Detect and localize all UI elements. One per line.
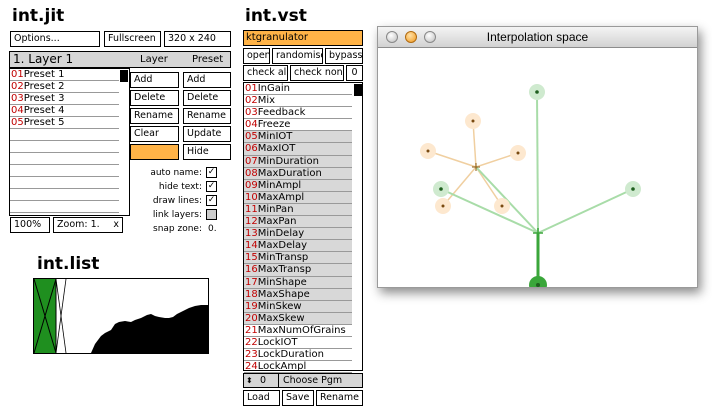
preset-add-button[interactable]: Add — [183, 72, 231, 88]
layer-title[interactable]: 1. Layer 1 — [13, 52, 73, 67]
check-none-button[interactable]: check none — [290, 65, 344, 81]
preset-column-header: Preset — [192, 54, 224, 65]
window-title: Interpolation space — [486, 30, 589, 44]
preset-list[interactable]: 01Preset 1 02Preset 2 03Preset 3 04Prese… — [9, 68, 130, 216]
param-list[interactable]: 01InGain 02Mix 03Feedback 04Freeze 05Min… — [243, 82, 363, 374]
list-heading: int.list — [37, 254, 100, 274]
randomise-button[interactable]: randomise — [272, 48, 323, 64]
list-item[interactable]: 11MinPan — [244, 203, 352, 217]
options-area: auto name: ✓ hide text: ✓ draw lines: ✓ … — [130, 166, 231, 234]
list-display[interactable] — [33, 278, 209, 354]
preset-rename-button[interactable]: Rename — [183, 108, 231, 124]
snap-zone-label: snap zone: — [153, 224, 202, 234]
layer-delete-button[interactable]: Delete — [130, 90, 179, 106]
list-waveform — [33, 278, 209, 354]
zoom-field[interactable]: Zoom: 1. x — [53, 217, 123, 233]
list-item[interactable]: 20MaxSkew — [244, 312, 352, 325]
link-layers-checkbox[interactable] — [206, 209, 217, 220]
list-item[interactable]: 05Preset 5 — [10, 117, 119, 129]
scrollbar-thumb[interactable] — [120, 70, 128, 82]
list-item[interactable]: 01Preset 1 — [10, 69, 119, 81]
list-item[interactable]: 04Preset 4 — [10, 105, 119, 117]
list-item[interactable] — [10, 189, 119, 201]
link-layers-label: link layers: — [152, 210, 202, 220]
list-item[interactable]: 03Preset 3 — [10, 93, 119, 105]
auto-name-checkbox[interactable]: ✓ — [206, 167, 217, 178]
save-button[interactable]: Save — [282, 390, 314, 406]
param-rows: 01InGain 02Mix 03Feedback 04Freeze 05Min… — [244, 83, 352, 374]
preset-rows: 01Preset 1 02Preset 2 03Preset 3 04Prese… — [10, 69, 119, 213]
list-item[interactable] — [10, 177, 119, 189]
choose-program-menu[interactable]: Choose Pgm — [278, 374, 342, 387]
interpolation-canvas[interactable] — [378, 48, 697, 294]
list-item[interactable]: 23LockDuration — [244, 349, 352, 362]
program-bar: ⬍ 0 Choose Pgm — [243, 373, 363, 388]
load-button[interactable]: Load — [243, 390, 280, 406]
list-item[interactable] — [10, 201, 119, 213]
list-item[interactable]: 13MinDelay — [244, 228, 352, 241]
zoom-percent[interactable]: 100% — [10, 217, 50, 233]
list-item[interactable]: 12MaxPan — [244, 216, 352, 229]
draw-lines-checkbox[interactable]: ✓ — [206, 195, 217, 206]
list-item[interactable]: 05MinIOT — [244, 131, 352, 144]
interpolation-window: Interpolation space — [377, 26, 698, 294]
stepper-icon[interactable]: ⬍ — [246, 374, 253, 387]
list-item[interactable]: 08MaxDuration — [244, 167, 352, 180]
list-item[interactable]: 14MaxDelay — [244, 240, 352, 253]
list-item[interactable]: 03Feedback — [244, 107, 352, 120]
list-item[interactable] — [10, 153, 119, 165]
count-field[interactable]: 0 — [346, 65, 363, 81]
list-item[interactable]: 24LockAmpl — [244, 361, 352, 374]
list-item[interactable]: 06MaxIOT — [244, 143, 352, 156]
list-item[interactable]: 07MinDuration — [244, 155, 352, 168]
scrollbar-thumb[interactable] — [354, 84, 362, 96]
bypass-button[interactable]: bypass — [325, 48, 363, 64]
list-item[interactable]: 21MaxNumOfGrains — [244, 325, 352, 337]
vst-heading: int.vst — [245, 6, 307, 26]
list-item[interactable]: 19MinSkew — [244, 300, 352, 313]
program-number[interactable]: 0 — [260, 374, 266, 387]
resolution-select[interactable]: 320 x 240 — [164, 31, 231, 47]
list-item[interactable]: 10MaxAmpl — [244, 191, 352, 204]
auto-name-label: auto name: — [150, 168, 202, 178]
list-item[interactable] — [10, 165, 119, 177]
check-all-button[interactable]: check all — [243, 65, 288, 81]
list-item[interactable]: 15MinTransp — [244, 252, 352, 265]
list-item[interactable]: 22LockIOT — [244, 337, 352, 350]
layer-title-bar: 1. Layer 1 Layer Preset — [9, 51, 231, 68]
list-item[interactable]: 01InGain — [244, 83, 352, 96]
list-item[interactable]: 02Preset 2 — [10, 81, 119, 93]
preset-hide-button[interactable]: Hide — [183, 144, 231, 160]
list-item[interactable]: 02Mix — [244, 95, 352, 108]
zoom-label: Zoom: 1. — [57, 219, 100, 230]
layer-column-header: Layer — [140, 54, 168, 65]
fullscreen-button[interactable]: Fullscreen — [104, 31, 161, 47]
close-icon[interactable]: x — [113, 218, 119, 232]
snap-zone-value[interactable]: 0. — [208, 222, 217, 236]
hide-text-checkbox[interactable]: ✓ — [206, 181, 217, 192]
open-button[interactable]: open — [243, 48, 270, 64]
draw-lines-label: draw lines: — [152, 196, 202, 206]
layer-clear-button[interactable]: Clear — [130, 126, 179, 142]
layer-add-button[interactable]: Add — [130, 72, 179, 88]
list-item[interactable]: 16MaxTransp — [244, 264, 352, 277]
window-titlebar[interactable]: Interpolation space — [378, 27, 697, 48]
preset-update-button[interactable]: Update — [183, 126, 231, 142]
preset-delete-button[interactable]: Delete — [183, 90, 231, 106]
list-item[interactable] — [10, 129, 119, 141]
list-item[interactable]: 09MinAmpl — [244, 179, 352, 192]
jit-panel: Options... Fullscreen 320 x 240 1. Layer… — [9, 30, 232, 235]
layer-rename-button[interactable]: Rename — [130, 108, 179, 124]
hide-text-label: hide text: — [158, 182, 202, 192]
plugin-name-field[interactable]: ktgranulator — [243, 30, 363, 46]
layer-color-swatch[interactable] — [130, 144, 179, 160]
list-item[interactable]: 04Freeze — [244, 119, 352, 132]
list-item[interactable]: 17MinShape — [244, 276, 352, 289]
rename-button[interactable]: Rename — [316, 390, 363, 406]
jit-heading: int.jit — [12, 6, 65, 26]
list-item[interactable]: 18MaxShape — [244, 288, 352, 301]
options-button[interactable]: Options... — [10, 31, 100, 47]
list-item[interactable] — [10, 141, 119, 153]
